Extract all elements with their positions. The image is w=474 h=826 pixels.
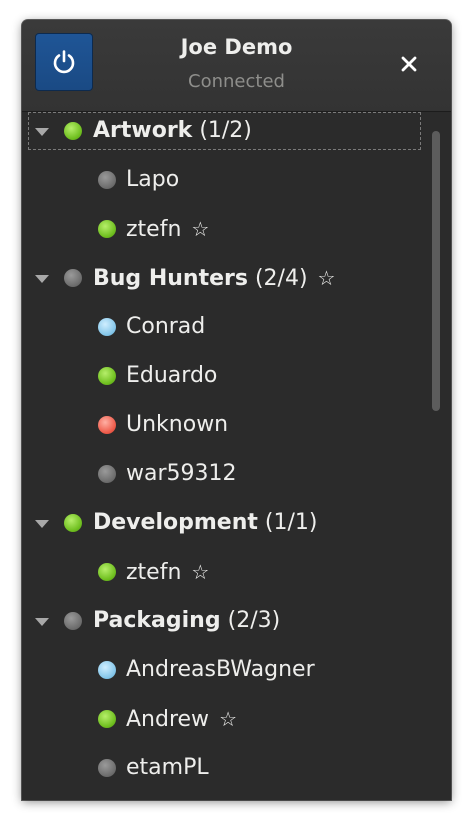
presence-available-icon bbox=[98, 563, 116, 581]
star-icon: ☆ bbox=[219, 707, 237, 731]
group-name: Packaging bbox=[93, 608, 221, 633]
contacts-window: Joe Demo Connected Artwork (1/2) Lapo ztef… bbox=[22, 20, 451, 800]
account-name: Joe Demo bbox=[180, 35, 293, 59]
contact-label: Lapo bbox=[126, 166, 179, 194]
presence-busy-icon bbox=[98, 416, 116, 434]
group-count: (1/1) bbox=[264, 510, 318, 535]
contact-name: Andrew bbox=[126, 707, 210, 732]
header-bar: Joe Demo Connected bbox=[22, 20, 451, 112]
presence-away-icon bbox=[98, 318, 116, 336]
contact-label: Eduardo bbox=[126, 362, 217, 390]
close-icon bbox=[401, 56, 417, 72]
group-status-icon bbox=[64, 514, 82, 532]
group-status-icon bbox=[64, 269, 82, 287]
expander-arrow-icon[interactable] bbox=[35, 520, 49, 528]
contact-item[interactable]: Conrad bbox=[22, 308, 427, 356]
presence-offline-icon bbox=[98, 171, 116, 189]
contact-name: Lapo bbox=[126, 167, 180, 192]
expander-arrow-icon[interactable] bbox=[35, 275, 49, 283]
contact-label: AndreasBWagner bbox=[126, 656, 315, 684]
expander-arrow-icon[interactable] bbox=[35, 618, 49, 626]
contact-item[interactable]: etamPL bbox=[22, 749, 427, 797]
presence-offline-icon bbox=[98, 759, 116, 777]
contact-list[interactable]: Artwork (1/2) Lapo ztefn ☆ Bug Hunters (2/4)… bbox=[22, 112, 451, 800]
star-icon: ☆ bbox=[317, 266, 336, 290]
group-count: (2/3) bbox=[227, 608, 281, 633]
star-icon: ☆ bbox=[191, 217, 210, 241]
contact-name: AndreasBWagner bbox=[126, 657, 315, 682]
group-label: Bug Hunters (2/4) ☆ bbox=[93, 264, 335, 293]
contact-label: war59312 bbox=[126, 460, 237, 488]
contact-item[interactable]: war59312 bbox=[22, 455, 427, 503]
contact-group[interactable]: Artwork (1/2) bbox=[22, 112, 427, 160]
group-label: Packaging (2/3) bbox=[93, 607, 280, 635]
presence-offline-icon bbox=[98, 465, 116, 483]
contact-item[interactable]: Eduardo bbox=[22, 357, 427, 405]
expander-arrow-icon[interactable] bbox=[35, 128, 49, 136]
contact-name: Unknown bbox=[126, 412, 229, 437]
group-name: Artwork bbox=[93, 118, 193, 143]
contact-item[interactable]: Unknown bbox=[22, 406, 427, 454]
contact-label: ztefn ☆ bbox=[126, 215, 209, 244]
contact-item[interactable]: Lapo bbox=[22, 161, 427, 209]
contact-group[interactable]: Development (1/1) bbox=[22, 504, 427, 552]
contact-label: ztefn ☆ bbox=[126, 558, 209, 587]
scrollbar[interactable] bbox=[429, 121, 443, 421]
contact-name: ztefn bbox=[126, 217, 182, 242]
connection-status: Connected bbox=[188, 71, 285, 92]
contact-name: Conrad bbox=[126, 314, 206, 339]
group-status-icon bbox=[64, 612, 82, 630]
contact-item[interactable]: Andrew ☆ bbox=[22, 700, 427, 748]
group-status-icon bbox=[64, 122, 82, 140]
presence-away-icon bbox=[98, 661, 116, 679]
group-count: (1/2) bbox=[199, 118, 252, 143]
star-icon: ☆ bbox=[191, 560, 210, 584]
contact-name: etamPL bbox=[126, 755, 209, 780]
contact-label: Unknown bbox=[126, 411, 228, 439]
group-count: (2/4) bbox=[254, 266, 308, 291]
contact-label: etamPL bbox=[126, 754, 209, 782]
presence-available-icon bbox=[98, 367, 116, 385]
contact-name: ztefn bbox=[126, 560, 182, 585]
group-label: Development (1/1) bbox=[93, 509, 317, 537]
scrollbar-thumb[interactable] bbox=[432, 131, 440, 411]
contact-name: war59312 bbox=[126, 461, 237, 486]
contact-label: Andrew ☆ bbox=[126, 705, 237, 734]
contact-name: Eduardo bbox=[126, 363, 218, 388]
contact-item[interactable]: ztefn ☆ bbox=[22, 553, 427, 601]
contact-item[interactable]: AndreasBWagner bbox=[22, 651, 427, 699]
contact-group[interactable]: Packaging (2/3) bbox=[22, 602, 427, 650]
group-name: Development bbox=[93, 510, 258, 535]
contact-group[interactable]: Bug Hunters (2/4) ☆ bbox=[22, 259, 427, 307]
group-name: Bug Hunters bbox=[93, 266, 248, 291]
contact-item[interactable]: ztefn ☆ bbox=[22, 210, 427, 258]
close-button[interactable] bbox=[394, 49, 424, 79]
presence-available-icon bbox=[98, 710, 116, 728]
contact-label: Conrad bbox=[126, 313, 205, 341]
presence-available-icon bbox=[98, 220, 116, 238]
group-label: Artwork (1/2) bbox=[93, 117, 252, 145]
